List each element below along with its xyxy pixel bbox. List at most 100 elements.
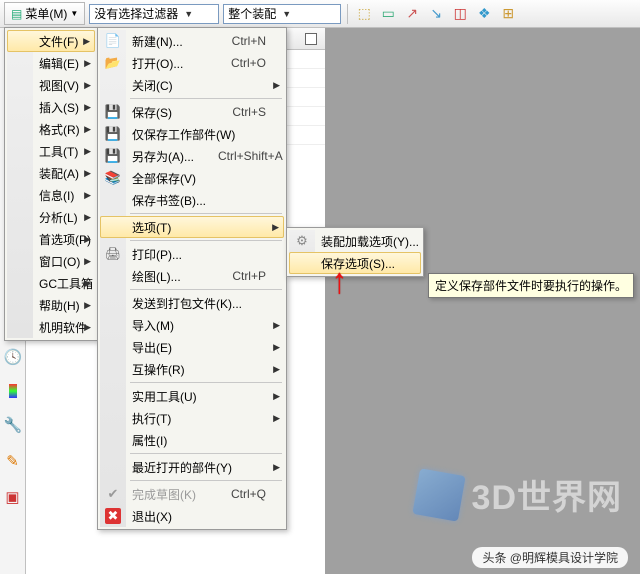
file-menu-item[interactable]: 属性(I) bbox=[100, 429, 284, 451]
viewport[interactable]: 3D世界网 头条 @明辉模具设计学院 bbox=[326, 28, 640, 574]
file-menu-item[interactable]: 💾 另存为(A)... Ctrl+Shift+A bbox=[100, 145, 284, 167]
main-menu-item[interactable]: 帮助(H)▶ bbox=[7, 294, 95, 316]
file-menu-item[interactable]: 发送到打包文件(K)... bbox=[100, 292, 284, 314]
file-menu-item[interactable]: 💾保存(S)Ctrl+S bbox=[100, 101, 284, 123]
main-menu-item[interactable]: 编辑(E)▶ bbox=[7, 52, 95, 74]
saveas-icon: 💾 bbox=[105, 148, 121, 164]
separator bbox=[347, 4, 348, 24]
main-menu-item[interactable]: 格式(R)▶ bbox=[7, 118, 95, 140]
file-menu-item[interactable]: 保存书签(B)... bbox=[100, 189, 284, 211]
submenu-arrow-icon: ▶ bbox=[273, 80, 280, 91]
footer-credit: 头条 @明辉模具设计学院 bbox=[472, 547, 628, 568]
menu-item-label: 文件(F) bbox=[39, 33, 78, 50]
submenu-arrow-icon: ▶ bbox=[84, 102, 91, 113]
file-menu-item[interactable]: ✖退出(X) bbox=[100, 505, 284, 527]
file-menu-item[interactable]: 📂打开(O)...Ctrl+O bbox=[100, 52, 284, 74]
submenu-arrow-icon: ▶ bbox=[84, 168, 91, 179]
finish-icon: ✔ bbox=[105, 486, 121, 502]
menu-item-label: 属性(I) bbox=[132, 432, 266, 449]
submenu-arrow-icon: ▶ bbox=[273, 462, 280, 473]
submenu-arrow-icon: ▶ bbox=[84, 190, 91, 201]
menu-button[interactable]: ▤ 菜单(M) ▼ bbox=[4, 2, 85, 25]
screen-icon[interactable]: ▣ bbox=[4, 488, 22, 506]
menu-item-label: 新建(N)... bbox=[132, 33, 208, 50]
file-menu-item[interactable]: 💾仅保存工作部件(W) bbox=[100, 123, 284, 145]
submenu-arrow-icon: ▶ bbox=[273, 364, 280, 375]
tool-icon-6[interactable]: ❖ bbox=[474, 4, 494, 24]
main-menu-item[interactable]: 视图(V)▶ bbox=[7, 74, 95, 96]
file-menu-item[interactable]: 最近打开的部件(Y)▶ bbox=[100, 456, 284, 478]
watermark-text: 3D世界网 bbox=[472, 470, 622, 519]
tool-orange-icon[interactable]: ✎ bbox=[4, 452, 22, 470]
load-opt-icon: ⚙ bbox=[294, 233, 310, 249]
submenu-arrow-icon: ▶ bbox=[84, 80, 91, 91]
file-menu-item[interactable]: 导入(M)▶ bbox=[100, 314, 284, 336]
main-menu-item[interactable]: 工具(T)▶ bbox=[7, 140, 95, 162]
menu-item-label: 全部保存(V) bbox=[132, 170, 266, 187]
options-menu-item[interactable]: ⚙装配加载选项(Y)... bbox=[289, 230, 421, 252]
menu-item-label: 导出(E) bbox=[132, 339, 266, 356]
main-menu-item[interactable]: 首选项(P)▶ bbox=[7, 228, 95, 250]
menu-item-label: 插入(S) bbox=[39, 99, 79, 116]
menu-separator bbox=[130, 382, 282, 383]
main-menu-item[interactable]: GC工具箱▶ bbox=[7, 272, 95, 294]
menu-separator bbox=[130, 98, 282, 99]
tool-icon-4[interactable]: ↘ bbox=[426, 4, 446, 24]
main-menu-item[interactable]: 装配(A)▶ bbox=[7, 162, 95, 184]
file-menu-item[interactable]: 执行(T)▶ bbox=[100, 407, 284, 429]
exit-icon: ✖ bbox=[105, 508, 121, 524]
submenu-arrow-icon: ▶ bbox=[84, 322, 91, 333]
scope-combo[interactable]: 整个装配 ▼ bbox=[223, 4, 341, 24]
file-menu-item[interactable]: 📚全部保存(V) bbox=[100, 167, 284, 189]
tool-blue-icon[interactable]: 🔧 bbox=[4, 416, 22, 434]
scope-value: 整个装配 bbox=[228, 5, 276, 22]
shortcut-label: Ctrl+N bbox=[232, 34, 266, 48]
submenu-arrow-icon: ▶ bbox=[84, 234, 91, 245]
submenu-arrow-icon: ▶ bbox=[273, 391, 280, 402]
main-menu-dropdown: 文件(F)▶编辑(E)▶视图(V)▶插入(S)▶格式(R)▶工具(T)▶装配(A… bbox=[4, 27, 98, 341]
main-menu-item[interactable]: 机明软件▶ bbox=[7, 316, 95, 338]
menu-item-label: 信息(I) bbox=[39, 187, 77, 204]
menu-item-label: 另存为(A)... bbox=[132, 148, 194, 165]
file-menu-item[interactable]: 关闭(C)▶ bbox=[100, 74, 284, 96]
main-menu-item[interactable]: 插入(S) ▶ bbox=[7, 96, 95, 118]
tool-icon-3[interactable]: ↗ bbox=[402, 4, 422, 24]
watermark: 3D世界网 bbox=[416, 470, 622, 519]
menu-separator bbox=[130, 240, 282, 241]
main-menu-item[interactable]: 窗口(O)▶ bbox=[7, 250, 95, 272]
tool-icon-5[interactable]: ◫ bbox=[450, 4, 470, 24]
tool-icon-1[interactable]: ⬚ bbox=[354, 4, 374, 24]
clock-icon[interactable]: 🕓 bbox=[4, 348, 22, 366]
menu-item-label: 互操作(R) bbox=[132, 361, 266, 378]
shortcut-label: Ctrl+Q bbox=[231, 487, 266, 501]
tool-icon-7[interactable]: ⊞ bbox=[498, 4, 518, 24]
file-menu-item[interactable]: 🖨打印(P)... bbox=[100, 243, 284, 265]
submenu-arrow-icon: ▶ bbox=[84, 278, 91, 289]
shortcut-label: Ctrl+Shift+A bbox=[218, 149, 283, 163]
main-menu-item[interactable]: 分析(L)▶ bbox=[7, 206, 95, 228]
menu-item-label: 发送到打包文件(K)... bbox=[132, 295, 266, 312]
tool-icon-2[interactable]: ▭ bbox=[378, 4, 398, 24]
main-menu-item[interactable]: 信息(I) ▶ bbox=[7, 184, 95, 206]
palette-icon[interactable] bbox=[9, 384, 17, 398]
file-menu-item[interactable]: 导出(E)▶ bbox=[100, 336, 284, 358]
main-menu-item[interactable]: 文件(F)▶ bbox=[7, 30, 95, 52]
file-menu-item[interactable]: 互操作(R) ▶ bbox=[100, 358, 284, 380]
menu-item-label: 仅保存工作部件(W) bbox=[132, 126, 266, 143]
file-menu-item[interactable]: 绘图(L)...Ctrl+P bbox=[100, 265, 284, 287]
menu-item-label: 窗口(O) bbox=[39, 253, 80, 270]
header-checkbox[interactable] bbox=[305, 33, 317, 45]
file-menu-item[interactable]: 📄新建(N)...Ctrl+N bbox=[100, 30, 284, 52]
annotation-arrow: ↑ bbox=[332, 262, 347, 303]
menu-separator bbox=[130, 480, 282, 481]
submenu-arrow-icon: ▶ bbox=[84, 300, 91, 311]
top-toolbar: ▤ 菜单(M) ▼ 没有选择过滤器 ▼ 整个装配 ▼ ⬚ ▭ ↗ ↘ ◫ ❖ ⊞ bbox=[0, 0, 640, 28]
options-menu-item[interactable]: 保存选项(S)... bbox=[289, 252, 421, 274]
submenu-arrow-icon: ▶ bbox=[84, 124, 91, 135]
file-menu-item[interactable]: 选项(T)▶ bbox=[100, 216, 284, 238]
menu-item-label: 打印(P)... bbox=[132, 246, 266, 263]
options-submenu: ⚙装配加载选项(Y)...保存选项(S)... bbox=[286, 227, 424, 277]
submenu-arrow-icon: ▶ bbox=[84, 212, 91, 223]
filter-combo[interactable]: 没有选择过滤器 ▼ bbox=[89, 4, 219, 24]
file-menu-item[interactable]: 实用工具(U)▶ bbox=[100, 385, 284, 407]
